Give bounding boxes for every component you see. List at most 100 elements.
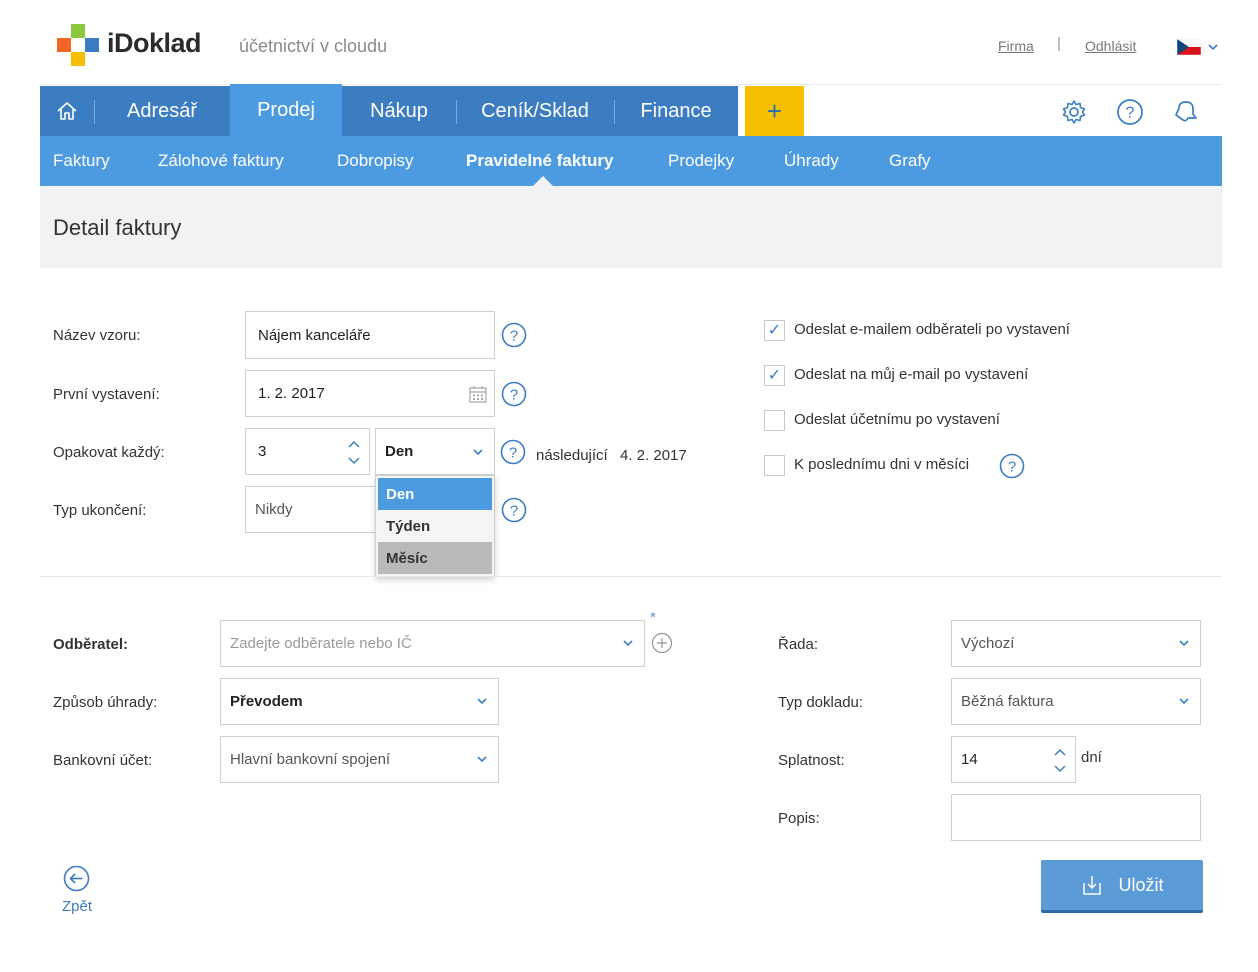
save-button[interactable]: Uložit [1041,860,1203,913]
help-icon[interactable]: ? [501,381,527,407]
stepper-arrows-icon[interactable] [346,438,362,468]
first-issue-label: První vystavení: [53,386,160,403]
nav-item-cenik-sklad[interactable]: Ceník/Sklad [456,86,614,136]
tagline: účetnictví v cloudu [239,36,388,56]
help-icon[interactable]: ? [500,439,526,465]
subnav-item-faktury[interactable]: Faktury [53,136,110,186]
series-select[interactable]: Výchozí [951,620,1201,667]
svg-text:?: ? [1126,105,1135,122]
settings-icon[interactable] [1060,98,1088,126]
series-value: Výchozí [961,635,1015,652]
repeat-unit-value: Den [385,443,414,460]
nav-item-adresar[interactable]: Adresář [94,86,230,136]
customer-placeholder: Zadejte odběratele nebo IČ [230,635,412,652]
dropdown-option-tyden[interactable]: Týden [378,510,492,542]
checkmark-icon: ✓ [767,321,782,339]
bank-account-select[interactable]: Hlavní bankovní spojení [220,736,499,783]
description-label: Popis: [778,810,820,827]
svg-text:?: ? [510,503,518,520]
next-occurrence-date: 4. 2. 2017 [620,447,687,464]
chevron-down-icon[interactable] [1207,41,1219,53]
subnav-item-dobropisy[interactable]: Dobropisy [337,136,414,186]
subnav-item-uhrady[interactable]: Úhrady [784,136,839,186]
payment-method-value: Převodem [230,693,303,710]
svg-text:?: ? [510,328,518,345]
subnav-item-grafy[interactable]: Grafy [889,136,931,186]
customer-label: Odběratel: [53,636,129,653]
due-unit: dní [1081,749,1102,766]
section-divider [40,576,1222,577]
document-type-label: Typ dokladu: [778,694,864,711]
send-to-customer-checkbox[interactable]: ✓ [764,320,785,341]
payment-method-select[interactable]: Převodem [220,678,499,725]
nav-item-nakup[interactable]: Nákup [342,86,456,136]
document-type-select[interactable]: Běžná faktura [951,678,1201,725]
logout-link[interactable]: Odhlásit [1085,38,1136,54]
template-name-input[interactable]: Nájem kanceláře [245,311,495,359]
idoklad-logo [57,24,99,66]
subnav-item-prodejky[interactable]: Prodejky [668,136,734,186]
active-tab-caret [533,176,553,186]
repeat-label: Opakovat každý: [53,444,165,461]
due-label: Splatnost: [778,752,845,769]
description-input[interactable] [951,794,1201,841]
czech-flag-icon[interactable] [1177,39,1201,55]
chevron-down-icon[interactable] [476,753,488,765]
svg-text:?: ? [1008,459,1016,476]
series-label: Řada: [778,636,819,653]
header-divider [40,84,1222,85]
nav-item-prodej[interactable]: Prodej [230,84,342,136]
back-link[interactable]: Zpět [62,898,92,915]
add-customer-icon[interactable] [651,632,673,654]
svg-text:?: ? [510,387,518,404]
send-to-customer-label: Odeslat e-mailem odběrateli po vystavení [794,321,1070,338]
template-name-label: Název vzoru: [53,327,141,344]
template-name-value: Nájem kanceláře [258,326,371,344]
nav-item-finance[interactable]: Finance [614,86,738,136]
bank-account-label: Bankovní účet: [53,752,153,769]
repeat-unit-dropdown: Den Týden Měsíc [375,475,495,577]
dropdown-option-mesic[interactable]: Měsíc [378,542,492,574]
add-new-button[interactable]: + [745,86,804,136]
required-mark: * [650,609,656,626]
due-days-value: 14 [961,751,978,768]
customer-input[interactable]: Zadejte odběratele nebo IČ [220,620,645,667]
next-occurrence-label: následující [536,447,608,464]
send-to-accountant-checkbox[interactable] [764,410,785,431]
payment-method-label: Způsob úhrady: [53,694,158,711]
help-icon[interactable]: ? [501,497,527,523]
home-button[interactable] [40,86,94,136]
page-title: Detail faktury [53,215,182,240]
chevron-down-icon[interactable] [476,695,488,707]
subnav-item-zalohove-faktury[interactable]: Zálohové faktury [158,136,284,186]
send-to-me-label: Odeslat na můj e-mail po vystavení [794,366,1029,383]
checkmark-icon: ✓ [767,366,782,384]
brand-name: iDoklad [107,28,202,58]
svg-text:?: ? [509,445,517,462]
document-type-value: Běžná faktura [961,693,1054,710]
chevron-down-icon[interactable] [622,637,634,649]
bell-icon[interactable] [1172,98,1200,126]
chevron-down-icon[interactable] [1178,637,1190,649]
save-button-label: Uložit [1118,874,1164,895]
home-icon [57,102,77,120]
last-day-of-month-checkbox[interactable] [764,455,785,476]
help-icon[interactable]: ? [999,453,1025,479]
firma-link[interactable]: Firma [998,38,1034,54]
back-arrow-icon[interactable] [63,865,90,892]
calendar-icon[interactable] [468,384,488,404]
first-issue-date-input[interactable]: 1. 2. 2017 [245,370,495,417]
dropdown-option-den[interactable]: Den [378,478,492,510]
stepper-arrows-icon[interactable] [1052,746,1068,776]
chevron-down-icon[interactable] [1178,695,1190,707]
chevron-down-icon[interactable] [472,446,484,458]
bank-account-value: Hlavní bankovní spojení [230,751,391,768]
send-to-me-checkbox[interactable]: ✓ [764,365,785,386]
first-issue-value: 1. 2. 2017 [258,385,325,402]
download-icon [1083,876,1102,895]
link-separator: | [1057,35,1061,52]
help-icon[interactable]: ? [501,322,527,348]
end-type-label: Typ ukončení: [53,502,147,519]
end-type-value: Nikdy [255,501,293,518]
help-icon[interactable]: ? [1116,98,1144,126]
